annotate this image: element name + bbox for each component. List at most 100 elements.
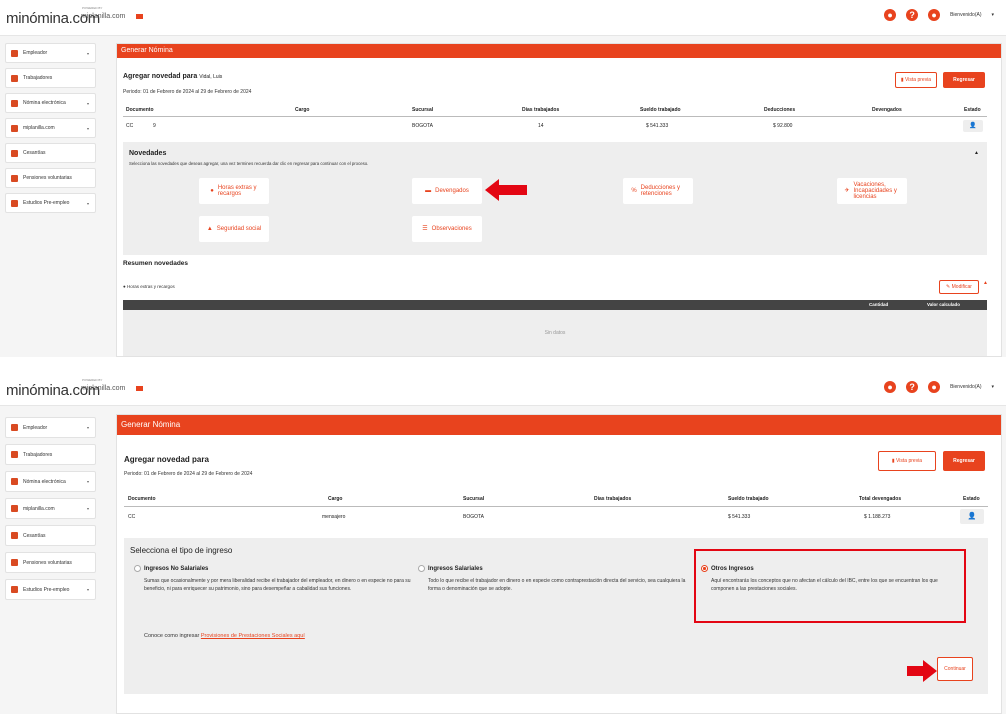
document-icon	[11, 478, 18, 485]
sidebar-item-label: Trabajadores	[23, 75, 53, 81]
help-icon[interactable]: ?	[906, 381, 919, 393]
tile-seguridad-social[interactable]: ▲ Seguridad social	[199, 216, 269, 242]
help-icon[interactable]: ?	[906, 9, 919, 21]
col-header: Sucursal	[412, 107, 434, 113]
cell: CC	[126, 123, 134, 129]
modify-button[interactable]: ✎ Modificar	[939, 280, 979, 294]
chat-icon[interactable]: ●	[884, 9, 897, 21]
notes-icon: ☰	[422, 226, 428, 232]
col-header: Devengados	[872, 107, 902, 113]
sidebar-item-nomina[interactable]: Nómina electrónica ▾	[5, 93, 96, 113]
sidebar-item-label: Nómina electrónica	[23, 478, 66, 485]
user-dollar-icon	[11, 586, 18, 593]
flag-icon	[136, 386, 143, 391]
welcome-label[interactable]: Bienvenido(A)	[950, 384, 981, 390]
tile-horas-extras[interactable]: ● Horas extras y recargos	[199, 178, 269, 204]
powered-by: POWERED BY	[82, 6, 103, 10]
radio-otros-ingresos[interactable]: Otros Ingresos	[701, 565, 754, 572]
piggy-bank-icon	[11, 532, 18, 539]
sidebar-item-empleador[interactable]: Empleador ▾	[5, 43, 96, 63]
sidebar-item-miplanilla[interactable]: miplanilla.com ▾	[5, 498, 96, 519]
status-user-icon[interactable]: 👤	[963, 120, 983, 132]
divider	[124, 506, 988, 507]
col-header: Cargo	[328, 496, 343, 502]
continue-button[interactable]: Continuar	[937, 657, 973, 681]
cell: 9	[153, 123, 156, 129]
resumen-table-header: Cantidad Valor calculado	[123, 300, 987, 310]
sidebar-item-empleador[interactable]: Empleador ▾	[5, 417, 96, 438]
hourglass-icon	[11, 174, 18, 182]
tipo-title: Selecciona el tipo de ingreso	[130, 546, 233, 555]
radio-no-salariales[interactable]: Ingresos No Salariales	[134, 565, 208, 572]
clock-icon: ●	[210, 188, 214, 194]
sidebar-item-label: Estudios Pre-empleo	[23, 200, 70, 206]
radio-salariales[interactable]: Ingresos Salariales	[418, 565, 483, 572]
cell: mensajero	[322, 514, 346, 520]
novedades-panel: Novedades ▲ Selecciona las novedades que…	[123, 142, 987, 255]
chevron-down-icon: ▾	[86, 506, 89, 511]
cell: $ 92.800	[773, 123, 793, 129]
sidebar-item-label: Pensiones voluntarias	[23, 559, 72, 566]
sidebar-item-estudios[interactable]: Estudios Pre-empleo ▾	[5, 579, 96, 600]
main-panel: Generar Nómina Agregar novedad para Vida…	[116, 43, 1002, 357]
sidebar-item-estudios[interactable]: Estudios Pre-empleo ▾	[5, 193, 96, 213]
sidebar-item-miplanilla[interactable]: miplanilla.com ▾	[5, 118, 96, 138]
sidebar-item-label: Nómina electrónica	[23, 100, 66, 106]
sidebar-item-trabajadores[interactable]: Trabajadores	[5, 444, 96, 465]
sidebar-item-label: Empleador	[23, 424, 48, 431]
novedades-description: Selecciona las novedades que deseas agre…	[129, 161, 369, 166]
back-button[interactable]: Regresar	[943, 72, 985, 88]
sidebar-item-label: Cesantías	[23, 532, 46, 539]
sidebar-item-cesantias[interactable]: Cesantías	[5, 143, 96, 163]
col-header: Sueldo trabajado	[728, 496, 769, 502]
welcome-label[interactable]: Bienvenido(A)	[950, 12, 981, 18]
conoce-text: Conoce como ingresar Provisiones de Pres…	[144, 633, 305, 639]
sidebar-item-trabajadores[interactable]: Trabajadores	[5, 68, 96, 88]
chevron-down-icon[interactable]: ▾	[991, 384, 994, 390]
back-button[interactable]: Regresar	[943, 451, 985, 471]
tile-deducciones[interactable]: % Deducciones y retenciones	[623, 178, 693, 204]
provisiones-link[interactable]: Provisiones de Prestaciones Sociales aqu…	[201, 633, 305, 639]
option-description: Sumas que ocasionalmente y por mera libe…	[144, 578, 411, 592]
tile-devengados[interactable]: ▬ Devengados	[412, 178, 482, 204]
cell: $ 541.333	[728, 514, 751, 520]
period-text: Periodo: 01 de Febrero de 2024 al 29 de …	[124, 471, 253, 477]
radio-icon[interactable]	[134, 565, 141, 572]
collapse-icon[interactable]: ▲	[983, 280, 988, 286]
chat-icon[interactable]: ●	[884, 381, 897, 393]
radio-selected-icon[interactable]	[701, 565, 708, 572]
sidebar-item-pensiones[interactable]: Pensiones voluntarias	[5, 552, 96, 573]
chevron-down-icon: ▾	[86, 200, 89, 206]
sidebar-item-cesantias[interactable]: Cesantías	[5, 525, 96, 546]
document-icon	[11, 124, 18, 132]
col-header: Deducciones	[764, 107, 796, 113]
red-arrow-left	[485, 179, 527, 201]
top-bar: minómina.com POWERED BY miplanilla.com ●…	[0, 0, 1006, 36]
user-icon[interactable]: ●	[928, 381, 941, 393]
sidebar-item-label: miplanilla.com	[23, 125, 55, 131]
red-arrow-right	[907, 660, 937, 682]
main-panel: Generar Nómina Agregar novedad para Peri…	[116, 414, 1002, 714]
sidebar-item-nomina[interactable]: Nómina electrónica ▾	[5, 471, 96, 492]
sidebar: Empleador ▾ Trabajadores Nómina electróni…	[5, 43, 96, 218]
collapse-icon[interactable]: ▲	[974, 150, 979, 156]
cell: 14	[538, 123, 544, 129]
sidebar-item-pensiones[interactable]: Pensiones voluntarias	[5, 168, 96, 188]
chevron-down-icon[interactable]: ▾	[991, 12, 994, 18]
hands-icon: ▲	[206, 226, 213, 232]
tile-vacaciones[interactable]: ✈ Vacaciones, Incapacidades y licencias	[837, 178, 907, 204]
radio-icon[interactable]	[418, 565, 425, 572]
preview-button[interactable]: ▮ Vista previa	[878, 451, 936, 471]
col-header: Días trabajados	[594, 496, 632, 502]
status-user-icon[interactable]: 👤	[960, 509, 984, 524]
tile-observaciones[interactable]: ☰ Observaciones	[412, 216, 482, 242]
sidebar-item-label: Estudios Pre-empleo	[23, 586, 70, 593]
users-icon	[11, 451, 18, 458]
col-header: Documento	[126, 107, 154, 113]
user-icon[interactable]: ●	[928, 9, 941, 21]
sidebar-item-label: miplanilla.com	[23, 505, 55, 512]
preview-button[interactable]: ▮ Vista previa	[895, 72, 937, 88]
cell: $ 1.188.273	[864, 514, 891, 520]
resumen-item[interactable]: ● Horas extras y recargos	[123, 284, 175, 289]
chevron-down-icon: ▾	[86, 479, 89, 484]
